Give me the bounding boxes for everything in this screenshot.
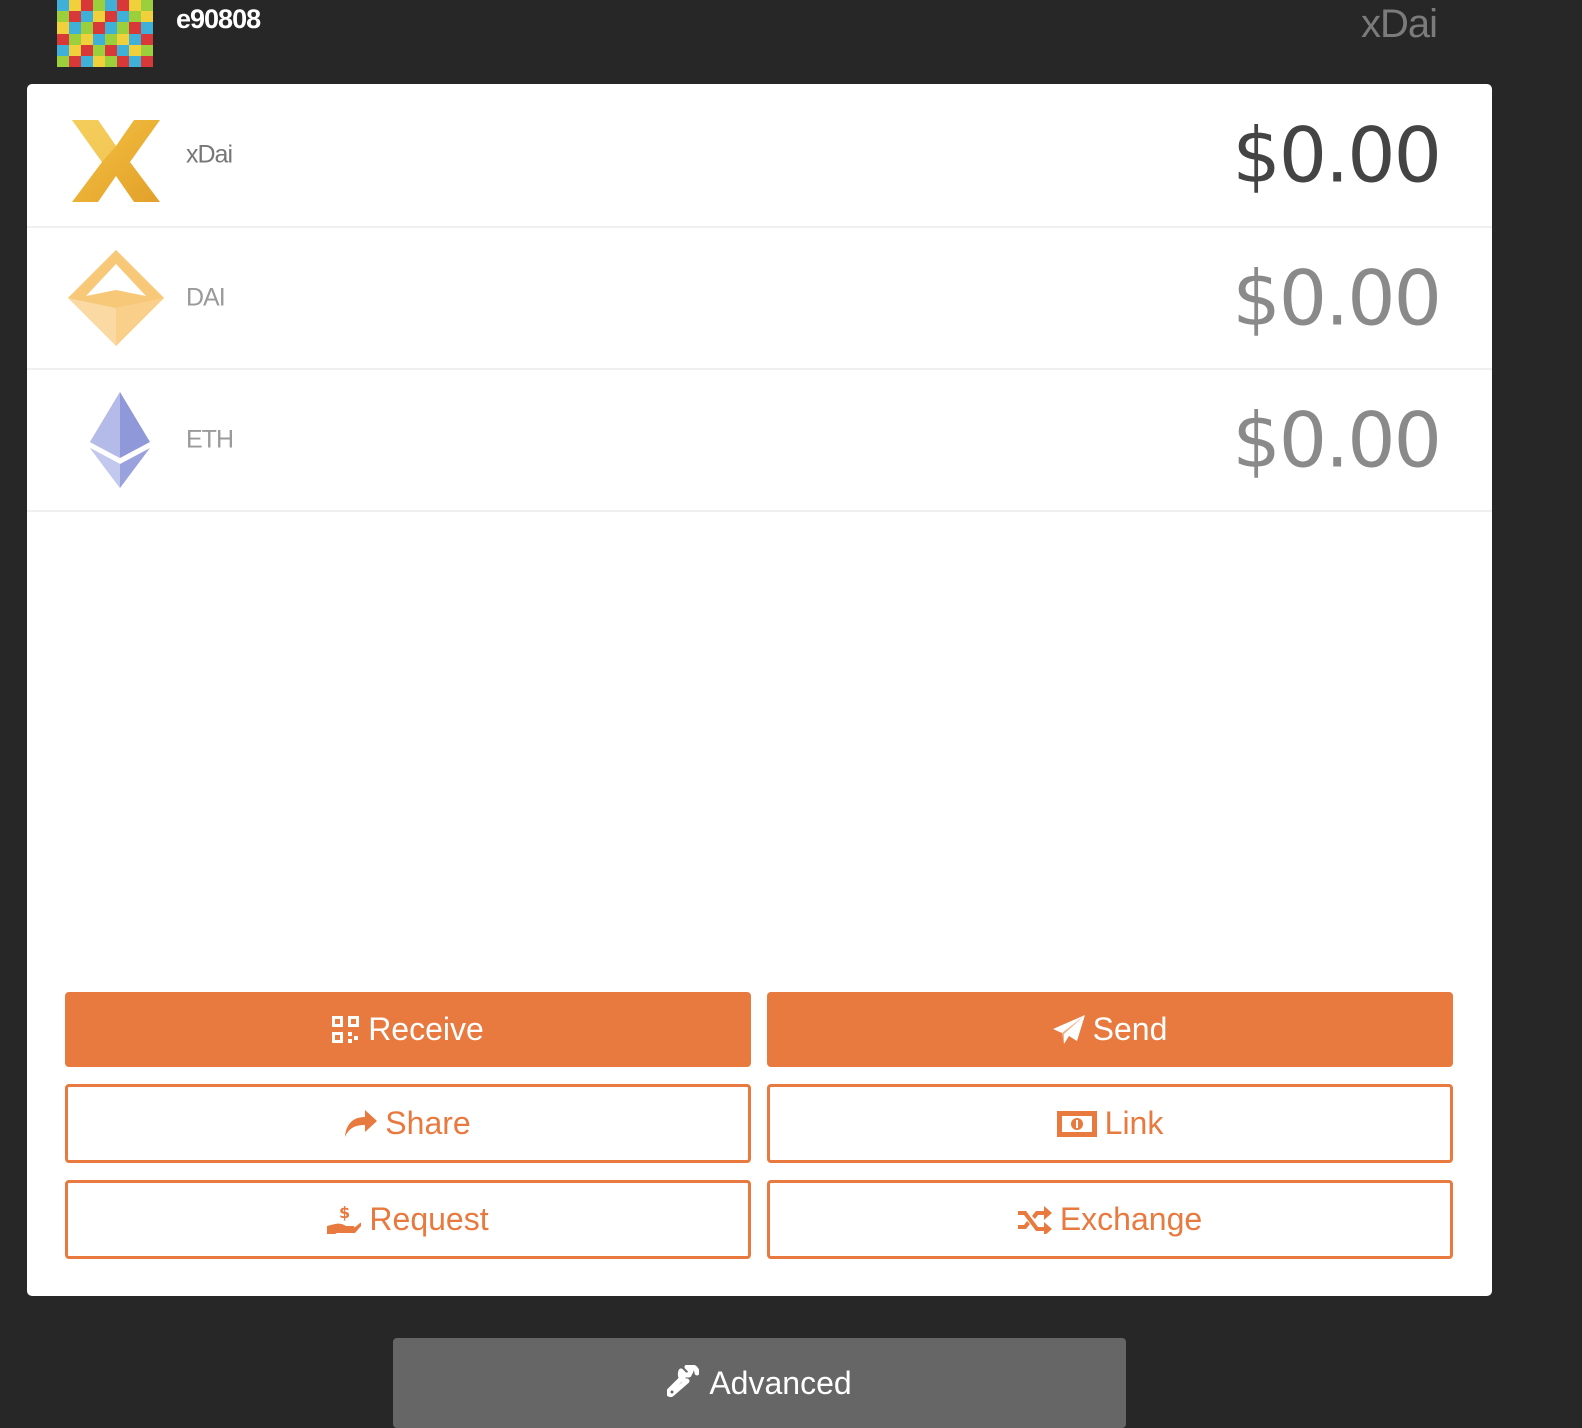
balances-card: xDai $0.00 DAI $0.00 ETH $0.00 Receive S…: [27, 84, 1492, 1296]
avatar-pixel: [69, 33, 81, 45]
exchange-label: Exchange: [1059, 1201, 1203, 1237]
avatar-pixel: [105, 33, 117, 45]
avatar-pixel: [129, 55, 141, 67]
link-button[interactable]: Link: [767, 1084, 1453, 1163]
eth-icon: [68, 392, 164, 488]
hand-holding-usd-icon: $: [327, 1204, 362, 1236]
svg-text:$: $: [339, 1204, 350, 1222]
avatar-pixel: [81, 0, 93, 12]
avatar-pixel: [93, 44, 105, 56]
avatar-pixel: [81, 55, 93, 67]
avatar-pixel: [93, 33, 105, 45]
avatar-pixel: [81, 33, 93, 45]
avatar-pixel: [57, 22, 69, 34]
action-buttons: Receive Send Share Link $ Request Exchan…: [65, 992, 1454, 1259]
avatar-pixel: [117, 55, 129, 67]
avatar-pixel: [105, 44, 117, 56]
exchange-button[interactable]: Exchange: [767, 1180, 1453, 1259]
avatar-pixel: [81, 11, 93, 23]
avatar-pixel: [117, 11, 129, 23]
avatar-pixel: [105, 0, 117, 12]
avatar-pixel: [129, 0, 141, 12]
qrcode-icon: [332, 1015, 360, 1044]
avatar-pixel: [117, 0, 129, 12]
request-label: Request: [369, 1201, 489, 1237]
avatar-pixel: [93, 55, 105, 67]
avatar-pixel: [117, 44, 129, 56]
advanced-button[interactable]: Advanced: [393, 1338, 1126, 1428]
link-label: Link: [1104, 1105, 1164, 1141]
avatar-pixel: [57, 11, 69, 23]
avatar-pixel: [141, 33, 153, 45]
top-bar: e90808 xDai: [0, 0, 1582, 84]
random-icon: [1017, 1205, 1052, 1234]
avatar-pixel: [141, 11, 153, 23]
avatar-pixel: [69, 11, 81, 23]
money-bill-icon: [1056, 1110, 1097, 1137]
avatar-pixel: [129, 22, 141, 34]
avatar-pixel: [105, 11, 117, 23]
avatar-pixel: [141, 44, 153, 56]
avatar-pixel: [141, 55, 153, 67]
share-button[interactable]: Share: [65, 1084, 751, 1163]
avatar-pixel: [57, 33, 69, 45]
token-balance: $0.00: [1232, 253, 1442, 343]
avatar-pixel: [69, 22, 81, 34]
token-row-xdai[interactable]: xDai $0.00: [27, 84, 1492, 228]
share-icon: [345, 1109, 378, 1138]
receive-button[interactable]: Receive: [65, 992, 751, 1067]
receive-label: Receive: [368, 1011, 484, 1047]
avatar-pixel: [93, 22, 105, 34]
wrench-icon: [666, 1363, 700, 1405]
xdai-icon: [68, 106, 164, 202]
avatar-pixel: [81, 22, 93, 34]
advanced-label: Advanced: [709, 1365, 852, 1401]
account-address[interactable]: e90808: [176, 4, 261, 35]
avatar-pixel: [129, 44, 141, 56]
avatar-pixel: [129, 11, 141, 23]
avatar-pixel: [117, 33, 129, 45]
token-name: DAI: [186, 283, 226, 312]
avatar-pixel: [129, 33, 141, 45]
share-label: Share: [385, 1105, 471, 1141]
avatar-pixel: [105, 22, 117, 34]
avatar-pixel: [57, 44, 69, 56]
token-balance: $0.00: [1232, 395, 1442, 485]
token-name: xDai: [186, 140, 233, 169]
avatar-pixel: [141, 0, 153, 12]
avatar-pixel: [93, 11, 105, 23]
token-row-dai[interactable]: DAI $0.00: [27, 228, 1492, 370]
avatar-pixel: [57, 0, 69, 12]
avatar-pixel: [105, 55, 117, 67]
network-name: xDai: [1360, 2, 1438, 46]
token-balance: $0.00: [1232, 110, 1442, 200]
avatar-pixel: [69, 55, 81, 67]
token-row-eth[interactable]: ETH $0.00: [27, 370, 1492, 512]
avatar-pixel: [81, 44, 93, 56]
avatar-pixel: [69, 0, 81, 12]
send-label: Send: [1092, 1011, 1168, 1047]
account-avatar[interactable]: [57, 0, 153, 67]
token-name: ETH: [186, 425, 234, 454]
avatar-pixel: [141, 22, 153, 34]
send-button[interactable]: Send: [767, 992, 1453, 1067]
dai-icon: [68, 250, 164, 346]
paper-plane-icon: [1052, 1014, 1085, 1045]
avatar-pixel: [93, 0, 105, 12]
request-button[interactable]: $ Request: [65, 1180, 751, 1259]
avatar-pixel: [57, 55, 69, 67]
avatar-pixel: [69, 44, 81, 56]
avatar-pixel: [117, 22, 129, 34]
